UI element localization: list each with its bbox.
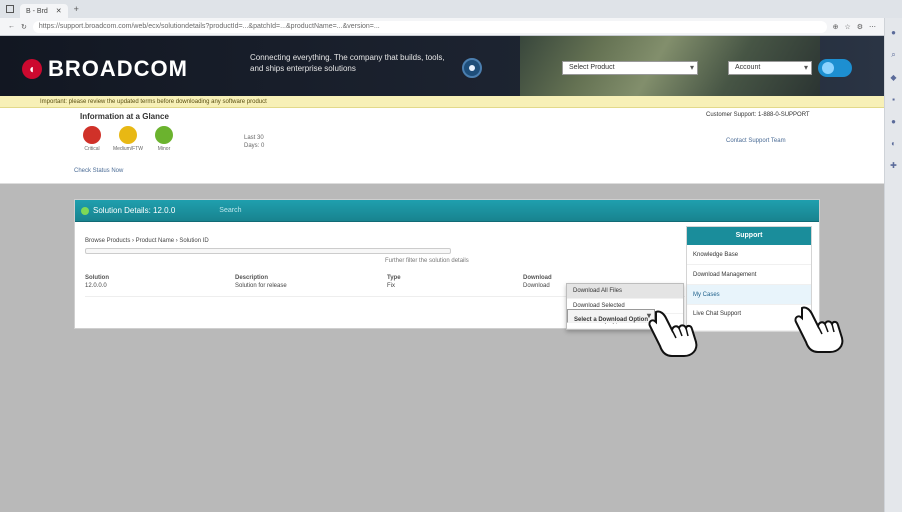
panel-search-hint[interactable]: Search (219, 207, 241, 214)
col-value[interactable]: 12.0.0.0 (85, 282, 109, 290)
reload-icon[interactable]: ↻ (21, 23, 27, 31)
extensions-icon[interactable]: ⚙ (857, 23, 863, 31)
url-field[interactable]: https://support.broadcom.com/web/ecx/sol… (32, 20, 827, 33)
col-header: Description (235, 275, 269, 281)
close-tab-icon[interactable]: ✕ (56, 7, 62, 15)
col-type: Type Fix (387, 274, 401, 290)
severity-icons: Critical Medium/FTW Minor (78, 122, 178, 152)
status-summary: Last 30 Days: 0 (244, 134, 264, 150)
support-phone: Customer Support: 1-888-0-SUPPORT (706, 112, 810, 118)
breadcrumb[interactable]: Browse Products › Product Name › Solutio… (85, 238, 209, 244)
critical-label: Critical (84, 146, 100, 152)
favorite-icon[interactable]: ☆ (844, 23, 850, 31)
account-select[interactable]: Account (728, 61, 812, 75)
status-line-2: Days: 0 (244, 143, 265, 149)
support-item-knowledge-base[interactable]: Knowledge Base (687, 245, 811, 265)
support-menu-header: Support (687, 227, 811, 245)
browser-tab-bar: B - Brd ✕ + (0, 0, 902, 18)
status-dot-icon (81, 206, 89, 215)
browser-tab[interactable]: B - Brd ✕ (20, 4, 68, 18)
menu-dots-icon[interactable]: ⋯ (869, 23, 876, 31)
broadcom-logo[interactable]: ◖ BROADCOM (22, 56, 188, 82)
dropdown-item-all[interactable]: Download All Files (567, 284, 683, 299)
browser-side-rail: ● ⌕ ◆ ▪ ● ◐ ✚ (884, 18, 902, 512)
header-tagline: Connecting everything. The company that … (250, 53, 445, 73)
settings-icon[interactable]: ✚ (890, 161, 897, 170)
col-solution: Solution 12.0.0.0 (85, 274, 109, 290)
minor-icon (151, 122, 177, 148)
window-menu-icon[interactable] (6, 5, 14, 13)
col-value: Fix (387, 283, 395, 289)
globe-icon[interactable] (462, 58, 482, 78)
site-header: ◖ BROADCOM Connecting everything. The co… (0, 36, 884, 96)
broadcom-logo-icon: ◖ (22, 59, 42, 79)
pointer-hand-icon (794, 306, 844, 353)
bell-icon[interactable]: ● (891, 28, 896, 37)
zoom-icon[interactable]: ⊕ (833, 23, 839, 31)
col-header: Solution (85, 275, 109, 281)
tab-title: B - Brd (26, 7, 48, 15)
new-tab-icon[interactable]: + (74, 4, 79, 14)
panel-title: Solution Details: 12.0.0 (93, 206, 176, 215)
product-select[interactable]: Select Product (562, 61, 698, 75)
col-download: Download Download (523, 274, 552, 290)
back-icon[interactable]: ← (8, 23, 15, 30)
bookmark-icon[interactable]: ▪ (892, 95, 895, 104)
support-item-download-management[interactable]: Download Management (687, 265, 811, 285)
info-title: Information at a Glance (80, 112, 169, 121)
brand-name: BROADCOM (48, 56, 188, 81)
filter-input[interactable] (85, 248, 451, 254)
contact-support-link[interactable]: Contact Support Team (726, 138, 786, 144)
extension-icon[interactable]: ◆ (890, 73, 896, 82)
status-line-1: Last 30 (244, 135, 264, 141)
dropdown-item-select[interactable]: Select a Download Option (567, 309, 656, 323)
search-icon[interactable]: ⌕ (891, 50, 895, 60)
check-status-link[interactable]: Check Status Now (74, 168, 123, 174)
minor-badge[interactable]: Minor (150, 122, 178, 152)
medium-label: Medium/FTW (113, 146, 143, 152)
critical-badge[interactable]: Critical (78, 122, 106, 152)
col-value[interactable]: Download (523, 282, 552, 290)
col-description: Description Solution for release (235, 274, 287, 290)
critical-icon (79, 122, 105, 148)
col-header: Type (387, 275, 401, 281)
pointer-hand-icon (648, 310, 698, 357)
col-value: Solution for release (235, 283, 287, 289)
panel-header: Solution Details: 12.0.0 Search (75, 200, 819, 222)
medium-badge[interactable]: Medium/FTW (113, 122, 143, 152)
col-header: Download (523, 275, 552, 281)
share-icon[interactable]: ◐ (891, 139, 896, 148)
info-band: Information at a Glance Critical Medium/… (0, 108, 884, 184)
user-toggle-button[interactable] (818, 59, 852, 77)
profile-icon[interactable]: ● (891, 117, 896, 126)
notice-banner: Important: please review the updated ter… (0, 96, 884, 108)
filter-hint: Further filter the solution details (385, 258, 469, 264)
address-bar-row: ← ↻ https://support.broadcom.com/web/ecx… (0, 18, 884, 36)
minor-label: Minor (157, 146, 171, 152)
medium-icon (115, 122, 141, 148)
